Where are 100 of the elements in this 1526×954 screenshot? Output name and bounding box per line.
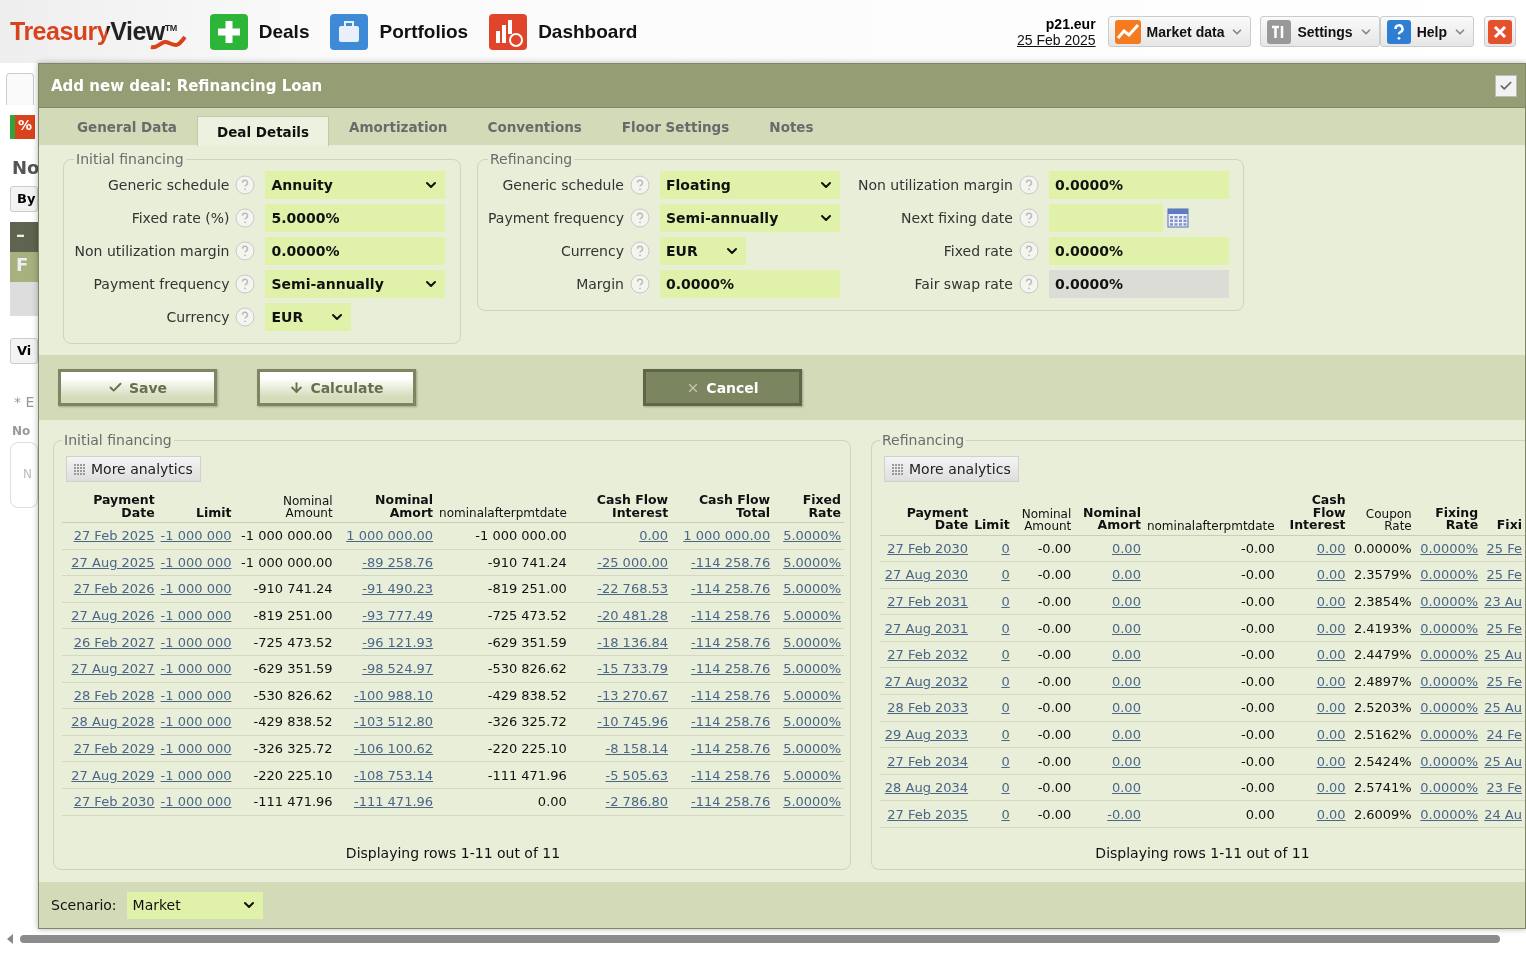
table-link[interactable]: 23 Fe <box>1486 780 1522 796</box>
table-link[interactable]: 27 Feb 2026 <box>73 581 155 597</box>
check-icon[interactable] <box>1495 74 1517 97</box>
table-link[interactable]: 0.0000% <box>1420 647 1479 663</box>
table-link[interactable]: 24 Fe <box>1486 726 1522 742</box>
page-button[interactable]: Vi <box>10 338 38 364</box>
help-icon[interactable] <box>629 175 650 195</box>
table-link[interactable]: 29 Aug 2033 <box>884 726 969 742</box>
table-link[interactable]: 27 Feb 2025 <box>73 528 155 544</box>
table-link[interactable]: -1 000 000 <box>160 767 232 783</box>
column-header[interactable]: Cash Flow Interest <box>1277 494 1349 535</box>
column-header[interactable]: nominalafterpmtdate <box>1143 494 1278 535</box>
table-link[interactable]: 0.0000% <box>1420 780 1479 796</box>
table-link[interactable]: -1 000 000 <box>160 554 232 570</box>
table-link[interactable]: 0.00 <box>1316 780 1346 796</box>
tab[interactable]: Floor Settings <box>601 111 750 141</box>
menu-button[interactable]: Help <box>1379 16 1474 47</box>
table-link[interactable]: 5.0000% <box>783 661 841 677</box>
cancel-button[interactable]: Cancel <box>643 369 802 406</box>
table-link[interactable]: 0.00 <box>1316 594 1346 609</box>
column-header[interactable]: Limit <box>157 494 235 523</box>
table-link[interactable]: -2 786.80 <box>605 794 669 810</box>
table-link[interactable]: -1 000 000 <box>160 741 232 757</box>
table-link[interactable]: 0.00 <box>1316 806 1346 822</box>
table-link[interactable]: -108 753.14 <box>353 767 434 783</box>
table-link[interactable]: 0 <box>1001 753 1010 769</box>
table-link[interactable]: -1 000 000 <box>160 661 232 677</box>
table-link[interactable]: 27 Aug 2032 <box>884 673 969 689</box>
column-header[interactable]: Nominal Amount <box>1012 494 1075 535</box>
select-field[interactable]: Semi-annually <box>659 204 840 232</box>
column-header[interactable]: Nominal Amount <box>234 494 336 523</box>
table-link[interactable]: 0.00 <box>1111 567 1141 583</box>
table-link[interactable]: -111 471.96 <box>353 794 434 810</box>
table-link[interactable]: 0 <box>1001 594 1010 609</box>
input-field[interactable]: 5.0000% <box>265 204 446 232</box>
scenario-select[interactable]: Market <box>126 891 263 919</box>
table-link[interactable]: 27 Feb 2031 <box>887 594 969 609</box>
table-link[interactable]: 0 <box>1001 673 1010 689</box>
table-link[interactable]: -8 158.14 <box>605 741 669 757</box>
table-link[interactable]: -1 000 000 <box>160 687 232 703</box>
table-link[interactable]: 0.00 <box>1316 647 1346 663</box>
table-link[interactable]: 25 Fe <box>1486 620 1522 636</box>
table-link[interactable]: -1 000 000 <box>160 528 232 544</box>
table-link[interactable]: 27 Aug 2029 <box>71 767 155 783</box>
table-link[interactable]: -1 000 000 <box>160 794 232 810</box>
table-link[interactable]: 1 000 000.00 <box>683 528 771 544</box>
table-link[interactable]: -114 258.76 <box>691 767 771 783</box>
table-link[interactable]: -100 988.10 <box>353 687 434 703</box>
table-link[interactable]: 0 <box>1001 700 1010 716</box>
select-field[interactable]: Annuity <box>265 171 446 199</box>
table-link[interactable]: 25 Au <box>1484 753 1522 769</box>
table-link[interactable]: 1 000 000.00 <box>346 528 434 544</box>
table-link[interactable]: 27 Aug 2030 <box>884 567 969 583</box>
readonly-field[interactable]: 0.0000% <box>1048 270 1229 298</box>
table-link[interactable]: -103 512.80 <box>353 714 434 730</box>
table-link[interactable]: 0.0000% <box>1420 726 1479 742</box>
select-field[interactable]: Floating <box>659 171 840 199</box>
table-link[interactable]: -114 258.76 <box>691 741 771 757</box>
table-link[interactable]: -10 745.96 <box>597 714 669 730</box>
table-link[interactable]: 0.00 <box>1316 700 1346 716</box>
help-icon[interactable] <box>1018 241 1039 261</box>
table-link[interactable]: 0.0000% <box>1420 620 1479 636</box>
table-link[interactable]: 28 Aug 2028 <box>71 714 155 730</box>
help-icon[interactable] <box>629 241 650 261</box>
column-header[interactable]: Coupon Rate <box>1348 494 1415 535</box>
table-link[interactable]: -1 000 000 <box>160 634 232 650</box>
calendar-icon[interactable] <box>1164 205 1191 231</box>
help-icon[interactable] <box>235 208 256 228</box>
table-link[interactable]: 27 Feb 2030 <box>887 540 969 556</box>
table-link[interactable]: -1 000 000 <box>160 608 232 624</box>
help-icon[interactable] <box>1018 175 1039 195</box>
nav-link[interactable]: Portfolios <box>329 12 469 51</box>
table-link[interactable]: 5.0000% <box>783 714 841 730</box>
menu-button[interactable]: Settings <box>1260 16 1380 47</box>
table-link[interactable]: 27 Aug 2031 <box>884 620 969 636</box>
table-link[interactable]: 27 Feb 2034 <box>887 753 969 769</box>
table-link[interactable]: -114 258.76 <box>691 661 771 677</box>
table-link[interactable]: -20 481.28 <box>597 608 669 624</box>
table-link[interactable]: 0.0000% <box>1420 806 1479 822</box>
table-link[interactable]: 27 Aug 2027 <box>71 661 155 677</box>
table-link[interactable]: 0 <box>1001 647 1010 663</box>
table-link[interactable]: 0.00 <box>1111 726 1141 742</box>
select-field[interactable]: Semi-annually <box>265 270 446 298</box>
select-field[interactable]: EUR <box>265 303 352 331</box>
date-link[interactable]: 25 Feb 2025 <box>1017 31 1096 48</box>
table-link[interactable]: 25 Au <box>1484 647 1522 663</box>
table-link[interactable]: 0.0000% <box>1420 567 1479 583</box>
table-link[interactable]: -114 258.76 <box>691 634 771 650</box>
table-link[interactable]: 26 Feb 2027 <box>73 634 155 650</box>
table-link[interactable]: 0 <box>1001 567 1010 583</box>
table-link[interactable]: 27 Aug 2026 <box>71 608 155 624</box>
help-icon[interactable] <box>235 307 256 327</box>
table-link[interactable]: 5.0000% <box>783 767 841 783</box>
table-link[interactable]: 23 Au <box>1484 594 1522 609</box>
table-link[interactable]: 27 Aug 2025 <box>71 554 155 570</box>
help-icon[interactable] <box>629 274 650 294</box>
table-link[interactable]: -114 258.76 <box>691 687 771 703</box>
table-link[interactable]: 0 <box>1001 620 1010 636</box>
table-link[interactable]: -1 000 000 <box>160 581 232 597</box>
table-link[interactable]: 0.0000% <box>1420 673 1479 689</box>
